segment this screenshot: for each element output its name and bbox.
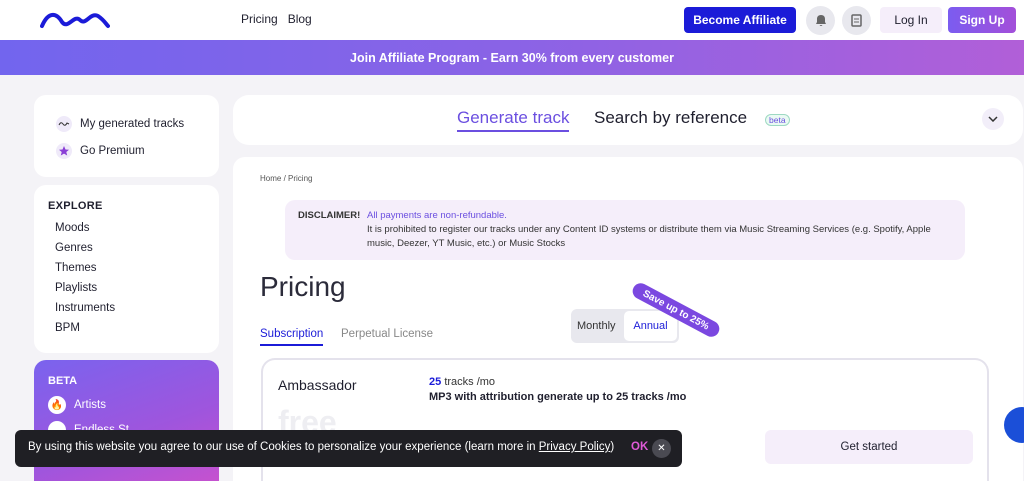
cookie-message: By using this website you agree to our u… [28, 441, 539, 453]
sidebar-item-label: Go Premium [80, 145, 145, 157]
chevron-down-icon [988, 116, 998, 122]
banner-text[interactable]: Join Affiliate Program - Earn 30% from e… [350, 51, 674, 65]
sidebar-item-artists[interactable]: 🔥 Artists [48, 396, 106, 414]
cookie-text: By using this website you agree to our u… [28, 441, 614, 453]
bell-icon [815, 15, 826, 26]
sidebar-explore: EXPLORE Moods Genres Themes Playlists In… [34, 185, 219, 353]
sidebar-item-go-premium[interactable]: Go Premium [56, 143, 145, 159]
sidebar-item-themes[interactable]: Themes [55, 262, 115, 283]
plan-description: MP3 with attribution generate up to 25 t… [429, 391, 687, 403]
login-button[interactable]: Log In [880, 7, 942, 33]
billing-toggle[interactable]: Monthly Annual [571, 309, 679, 343]
signup-button[interactable]: Sign Up [948, 7, 1016, 33]
get-started-button[interactable]: Get started [765, 430, 973, 464]
sidebar-item-instruments[interactable]: Instruments [55, 302, 115, 323]
sidebar-item-moods[interactable]: Moods [55, 222, 115, 243]
fire-icon: 🔥 [48, 396, 66, 414]
beta-title: BETA [48, 375, 78, 387]
plan-tracks-count: 25 [429, 376, 442, 388]
wave-icon [56, 116, 72, 132]
main-nav: Pricing Blog [241, 12, 312, 26]
sidebar-quick-links: My generated tracks Go Premium [34, 95, 219, 177]
sidebar-item-playlists[interactable]: Playlists [55, 282, 115, 303]
become-affiliate-button[interactable]: Become Affiliate [684, 7, 796, 33]
sidebar-item-genres[interactable]: Genres [55, 242, 115, 263]
sidebar-item-my-tracks[interactable]: My generated tracks [56, 116, 184, 132]
sidebar-item-bpm[interactable]: BPM [55, 322, 115, 343]
privacy-policy-link[interactable]: Privacy Policy [539, 441, 611, 453]
toggle-monthly[interactable]: Monthly [577, 320, 616, 332]
affiliate-banner[interactable]: Join Affiliate Program - Earn 30% from e… [0, 40, 1024, 75]
tab-generate-track[interactable]: Generate track [457, 108, 570, 132]
generate-bar: Generate track Search by reference beta [233, 95, 1023, 145]
plan-name: Ambassador [278, 377, 357, 393]
tab-subscription[interactable]: Subscription [260, 328, 324, 346]
notifications-button[interactable] [806, 6, 835, 35]
disclaimer-highlight: All payments are non-refundable. [367, 210, 507, 221]
expand-button[interactable] [982, 108, 1004, 130]
explore-title: EXPLORE [48, 200, 103, 212]
nav-pricing[interactable]: Pricing [241, 12, 278, 26]
disclaimer-box: DISCLAIMER! All payments are non-refunda… [285, 200, 965, 260]
tab-perpetual-license[interactable]: Perpetual License [341, 328, 433, 340]
plan-tracks: 25 tracks /mo [429, 376, 495, 388]
logo-wave-icon[interactable] [40, 10, 110, 30]
documents-button[interactable] [842, 6, 871, 35]
cookie-ok-button[interactable]: OK [631, 441, 648, 453]
tab-search-by-reference[interactable]: Search by reference [594, 108, 747, 128]
page-title: Pricing [260, 271, 346, 302]
top-header: Pricing Blog Become Affiliate Log In Sig… [0, 0, 1024, 40]
beta-badge: beta [765, 114, 790, 126]
close-icon[interactable]: ✕ [652, 439, 671, 458]
breadcrumb[interactable]: Home / Pricing [260, 174, 312, 183]
disclaimer-text: It is prohibited to register our tracks … [367, 224, 931, 249]
plan-tracks-unit: tracks /mo [444, 376, 496, 388]
disclaimer-label: DISCLAIMER! [298, 210, 361, 221]
star-icon [56, 143, 72, 159]
sidebar-item-label: Artists [74, 399, 106, 411]
sidebar-item-label: My generated tracks [80, 118, 185, 130]
cookie-banner: By using this website you agree to our u… [15, 430, 682, 467]
nav-blog[interactable]: Blog [288, 12, 312, 26]
cookie-message-end: ) [610, 441, 615, 453]
document-icon [851, 14, 862, 27]
